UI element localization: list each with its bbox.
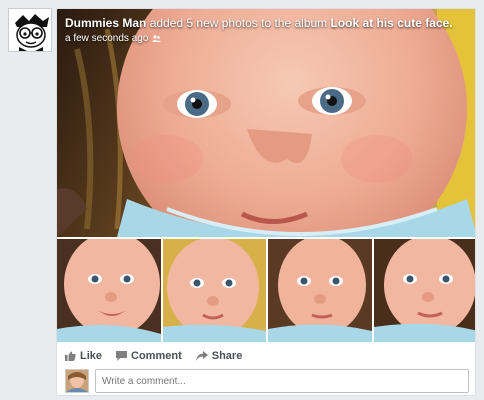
comment-input[interactable] bbox=[95, 369, 469, 393]
photo-thumbnail-strip bbox=[57, 239, 475, 342]
comment-button[interactable]: Comment bbox=[116, 350, 182, 362]
friends-icon[interactable] bbox=[152, 35, 162, 43]
photo-thumbnail-4[interactable] bbox=[373, 239, 475, 342]
story-action-bar: Like Comment Share bbox=[65, 348, 242, 364]
photo-thumbnail-2[interactable] bbox=[162, 239, 266, 342]
story-action-text: added 5 new photos to the album bbox=[149, 16, 328, 30]
comment-label: Comment bbox=[131, 350, 182, 362]
dummies-man-icon bbox=[9, 9, 51, 51]
photo-story-card: Dummies Man added 5 new photos to the al… bbox=[56, 8, 476, 396]
like-label: Like bbox=[80, 350, 103, 362]
share-label: Share bbox=[211, 350, 243, 362]
author-avatar[interactable] bbox=[8, 8, 52, 52]
like-button[interactable]: Like bbox=[65, 350, 102, 362]
album-title-link[interactable]: Look at his cute face. bbox=[331, 16, 453, 30]
hero-photo[interactable]: Dummies Man added 5 new photos to the al… bbox=[57, 9, 475, 237]
timestamp-link[interactable]: a few seconds ago bbox=[65, 33, 148, 45]
author-name-link[interactable]: Dummies Man bbox=[65, 16, 146, 30]
share-arrow-icon bbox=[195, 351, 208, 361]
thumbs-up-icon bbox=[65, 351, 76, 361]
viewer-avatar bbox=[65, 369, 89, 393]
story-header: Dummies Man added 5 new photos to the al… bbox=[65, 16, 469, 31]
speech-bubble-icon bbox=[116, 351, 128, 361]
photo-thumbnail-3[interactable] bbox=[268, 239, 372, 342]
story-meta: a few seconds ago bbox=[65, 33, 162, 45]
comment-composer bbox=[65, 369, 469, 393]
photo-thumbnail-1[interactable] bbox=[57, 239, 161, 342]
share-button[interactable]: Share bbox=[195, 350, 243, 362]
